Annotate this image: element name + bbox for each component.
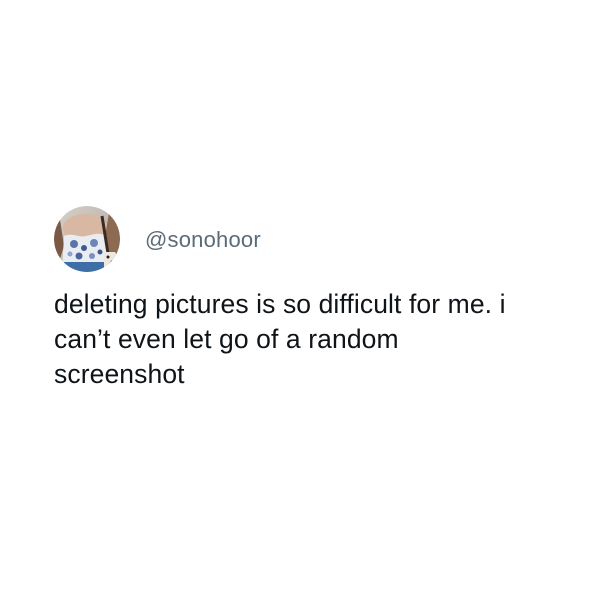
tweet-text-line: can’t even let go of a random — [54, 324, 399, 354]
tweet-text: deleting pictures is so difficult for me… — [54, 287, 554, 392]
tweet-card: @sonohoor deleting pictures is so diffic… — [0, 0, 599, 599]
author-row: @sonohoor — [54, 206, 261, 272]
profile-photo-avatar-icon — [54, 206, 120, 272]
tweet-text-line: screenshot — [54, 359, 185, 389]
avatar[interactable] — [54, 206, 120, 272]
tweet-text-line: deleting pictures is so difficult for me… — [54, 289, 506, 319]
author-handle[interactable]: @sonohoor — [145, 229, 261, 251]
